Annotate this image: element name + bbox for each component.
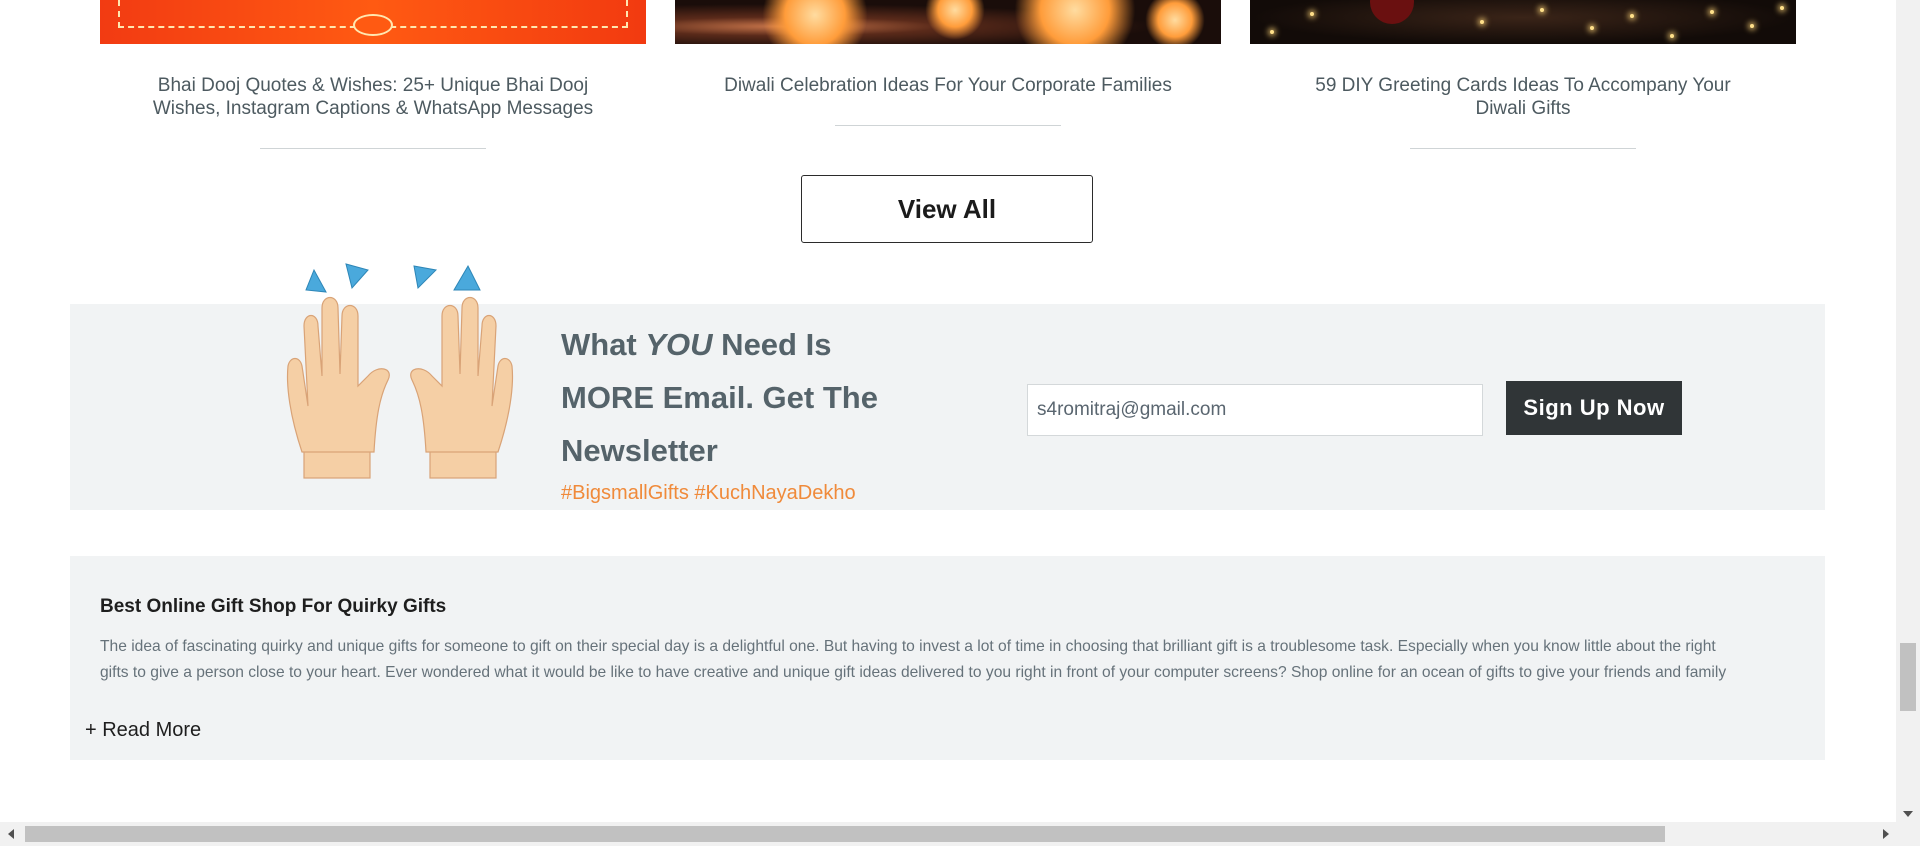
vertical-scroll-thumb[interactable] (1900, 643, 1916, 711)
divider (1410, 148, 1636, 149)
blog-card-title[interactable]: 59 DIY Greeting Cards Ideas To Accompany… (1250, 74, 1796, 120)
blog-card[interactable]: Diwali Celebration Ideas For Your Corpor… (675, 0, 1221, 126)
divider (260, 148, 486, 149)
scroll-down-arrow-icon[interactable] (1903, 811, 1913, 817)
email-input[interactable] (1027, 384, 1483, 436)
sign-up-button[interactable]: Sign Up Now (1506, 381, 1682, 435)
blog-card[interactable]: 59 DIY Greeting Cards Ideas To Accompany… (1250, 0, 1796, 149)
horizontal-scroll-thumb[interactable] (25, 826, 1665, 842)
seo-section: Best Online Gift Shop For Quirky Gifts T… (70, 556, 1825, 760)
vertical-scrollbar[interactable] (1896, 0, 1920, 822)
blog-card-image[interactable] (100, 0, 646, 44)
blog-card-title[interactable]: Bhai Dooj Quotes & Wishes: 25+ Unique Bh… (100, 74, 646, 120)
seo-title: Best Online Gift Shop For Quirky Gifts (100, 596, 447, 617)
divider (835, 125, 1061, 126)
blog-card[interactable]: Bhai Dooj Quotes & Wishes: 25+ Unique Bh… (100, 0, 646, 149)
view-all-button[interactable]: View All (801, 175, 1093, 243)
page: Bhai Dooj Quotes & Wishes: 25+ Unique Bh… (0, 0, 1920, 846)
blog-card-image[interactable] (1250, 0, 1796, 44)
read-more-link[interactable]: + Read More (85, 719, 201, 742)
newsletter-heading: What YOU Need Is MORE Email. Get The New… (561, 327, 878, 468)
hashtags[interactable]: #BigsmallGifts #KuchNayaDekho (561, 482, 856, 505)
blog-card-image[interactable] (675, 0, 1221, 44)
blog-card-title[interactable]: Diwali Celebration Ideas For Your Corpor… (675, 74, 1221, 97)
seo-text: The idea of fascinating quirky and uniqu… (100, 638, 1727, 681)
ornament-icon (353, 14, 393, 36)
horizontal-scrollbar[interactable] (0, 822, 1920, 846)
scroll-left-arrow-icon[interactable] (8, 829, 14, 839)
scroll-right-arrow-icon[interactable] (1883, 829, 1889, 839)
raising-hands-icon (286, 263, 514, 479)
